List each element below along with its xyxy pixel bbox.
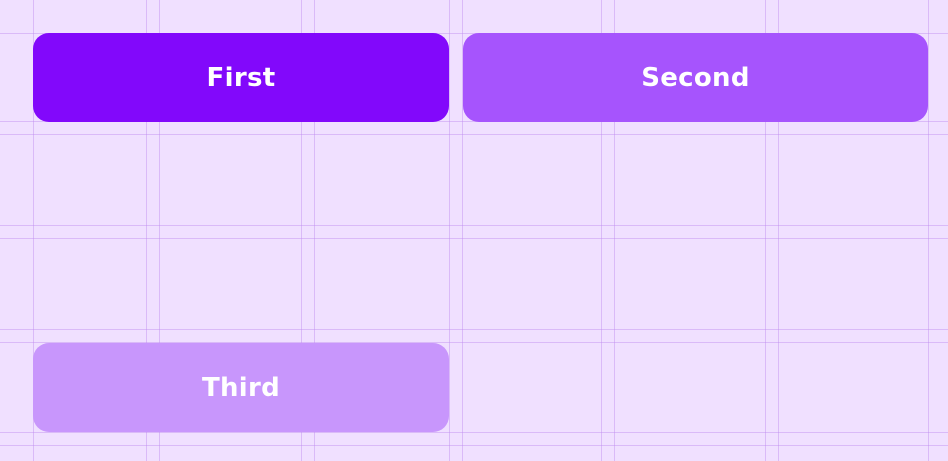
third-button[interactable]: Third: [33, 343, 449, 432]
third-button-label: Third: [201, 372, 281, 403]
grid-row-line: [0, 432, 948, 433]
grid-row-line: [0, 445, 948, 446]
first-button-label: First: [206, 62, 276, 93]
first-button[interactable]: First: [33, 33, 449, 122]
grid-row-line: [0, 238, 948, 239]
grid-row-line: [0, 225, 948, 226]
grid-row-line: [0, 134, 948, 135]
second-button[interactable]: Second: [463, 33, 928, 122]
grid-column-line: [449, 0, 450, 461]
grid-row-line: [0, 329, 948, 330]
grid-column-line: [928, 0, 929, 461]
second-button-label: Second: [641, 62, 750, 93]
